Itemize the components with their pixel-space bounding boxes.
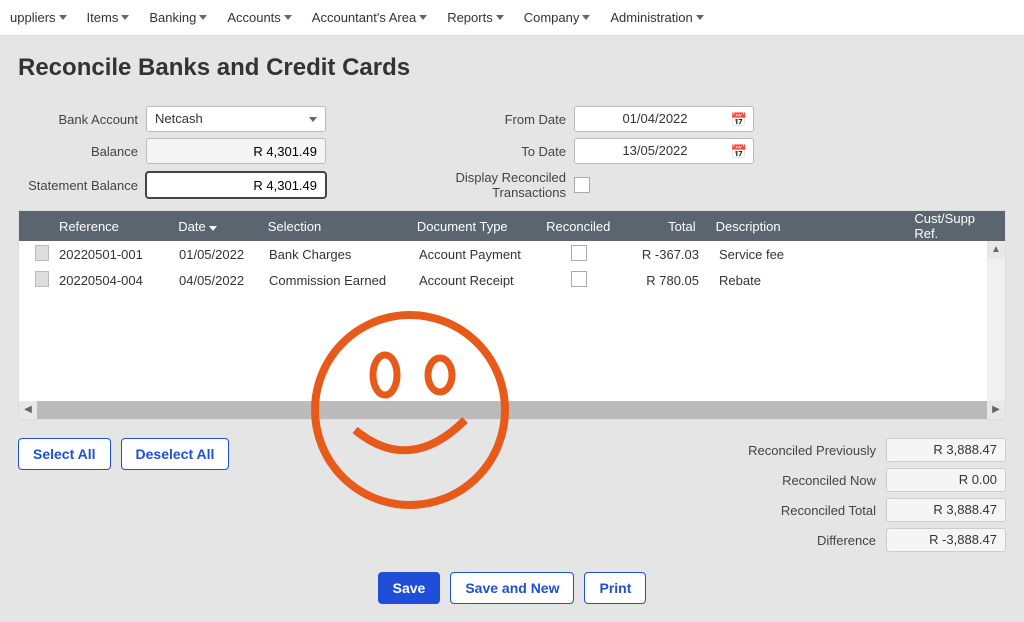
reconciled-checkbox[interactable]: [571, 271, 587, 287]
scroll-right-icon[interactable]: ▶: [987, 401, 1005, 419]
reconciled-now-label: Reconciled Now: [782, 473, 876, 488]
chevron-down-icon: [309, 117, 317, 122]
nav-accountants-area[interactable]: Accountant's Area: [302, 6, 437, 29]
cell-description: Service fee: [709, 247, 909, 262]
balance-field: [146, 138, 326, 164]
table-header: Reference Date Selection Document Type R…: [19, 211, 1005, 241]
difference-label: Difference: [817, 533, 876, 548]
nav-accounts[interactable]: Accounts: [217, 6, 301, 29]
document-icon: [35, 271, 49, 287]
page-title: Reconcile Banks and Credit Cards: [18, 54, 1006, 82]
reconciled-total-value: R 3,888.47: [886, 498, 1006, 522]
nav-reports[interactable]: Reports: [437, 6, 514, 29]
reconciled-total-label: Reconciled Total: [781, 503, 876, 518]
cell-date: 04/05/2022: [169, 273, 259, 288]
reconciled-now-value: R 0.00: [886, 468, 1006, 492]
print-button[interactable]: Print: [584, 572, 646, 604]
reconciled-checkbox[interactable]: [571, 245, 587, 261]
chevron-down-icon: [496, 15, 504, 20]
balance-label: Balance: [18, 144, 138, 159]
chevron-down-icon: [121, 15, 129, 20]
table-row[interactable]: 20220504-004 04/05/2022 Commission Earne…: [19, 267, 987, 293]
vertical-scrollbar[interactable]: ▲: [987, 241, 1005, 401]
scroll-up-icon[interactable]: ▲: [987, 241, 1005, 259]
col-document-type[interactable]: Document Type: [407, 219, 536, 234]
cell-reference: 20220501-001: [49, 247, 169, 262]
display-reconciled-label: Display Reconciled Transactions: [386, 170, 566, 200]
col-description[interactable]: Description: [706, 219, 905, 234]
sort-desc-icon: [209, 226, 217, 231]
display-reconciled-checkbox[interactable]: [574, 177, 590, 193]
col-date[interactable]: Date: [168, 219, 258, 234]
transactions-table: Reference Date Selection Document Type R…: [18, 210, 1006, 420]
chevron-down-icon: [582, 15, 590, 20]
save-button[interactable]: Save: [378, 572, 441, 604]
chevron-down-icon: [419, 15, 427, 20]
chevron-down-icon: [696, 15, 704, 20]
cell-selection: Commission Earned: [259, 273, 409, 288]
calendar-icon[interactable]: 📅: [731, 144, 747, 160]
bank-account-label: Bank Account: [18, 112, 138, 127]
table-body: 20220501-001 01/05/2022 Bank Charges Acc…: [19, 241, 987, 401]
col-total[interactable]: Total: [616, 219, 706, 234]
from-date-label: From Date: [386, 112, 566, 127]
statement-balance-label: Statement Balance: [18, 178, 138, 193]
cell-doctype: Account Receipt: [409, 273, 539, 288]
cell-reference: 20220504-004: [49, 273, 169, 288]
difference-value: R -3,888.47: [886, 528, 1006, 552]
horizontal-scrollbar[interactable]: ◀ ▶: [19, 401, 1005, 419]
statement-balance-input[interactable]: [146, 172, 326, 198]
deselect-all-button[interactable]: Deselect All: [121, 438, 230, 470]
cell-date: 01/05/2022: [169, 247, 259, 262]
nav-company[interactable]: Company: [514, 6, 601, 29]
table-row[interactable]: 20220501-001 01/05/2022 Bank Charges Acc…: [19, 241, 987, 267]
bank-account-select[interactable]: Netcash: [146, 106, 326, 132]
col-reference[interactable]: Reference: [49, 219, 168, 234]
chevron-down-icon: [59, 15, 67, 20]
col-cust-supp-ref[interactable]: Cust/Supp Ref.: [904, 211, 985, 241]
nav-banking[interactable]: Banking: [139, 6, 217, 29]
nav-items[interactable]: Items: [77, 6, 140, 29]
cell-selection: Bank Charges: [259, 247, 409, 262]
calendar-icon[interactable]: 📅: [731, 112, 747, 128]
cell-description: Rebate: [709, 273, 909, 288]
reconciled-previously-label: Reconciled Previously: [748, 443, 876, 458]
nav-administration[interactable]: Administration: [600, 6, 713, 29]
scroll-left-icon[interactable]: ◀: [19, 401, 37, 419]
col-reconciled[interactable]: Reconciled: [536, 219, 616, 234]
from-date-input[interactable]: 01/04/2022📅: [574, 106, 754, 132]
cell-total: R -367.03: [619, 247, 709, 262]
nav-suppliers[interactable]: uppliers: [0, 6, 77, 29]
summary-panel: Reconciled Previously R 3,888.47 Reconci…: [748, 438, 1006, 552]
to-date-input[interactable]: 13/05/2022📅: [574, 138, 754, 164]
chevron-down-icon: [284, 15, 292, 20]
top-nav: uppliers Items Banking Accounts Accounta…: [0, 0, 1024, 36]
cell-doctype: Account Payment: [409, 247, 539, 262]
reconciled-previously-value: R 3,888.47: [886, 438, 1006, 462]
document-icon: [35, 245, 49, 261]
select-all-button[interactable]: Select All: [18, 438, 111, 470]
to-date-label: To Date: [386, 144, 566, 159]
chevron-down-icon: [199, 15, 207, 20]
col-selection[interactable]: Selection: [258, 219, 407, 234]
save-and-new-button[interactable]: Save and New: [450, 572, 574, 604]
cell-total: R 780.05: [619, 273, 709, 288]
